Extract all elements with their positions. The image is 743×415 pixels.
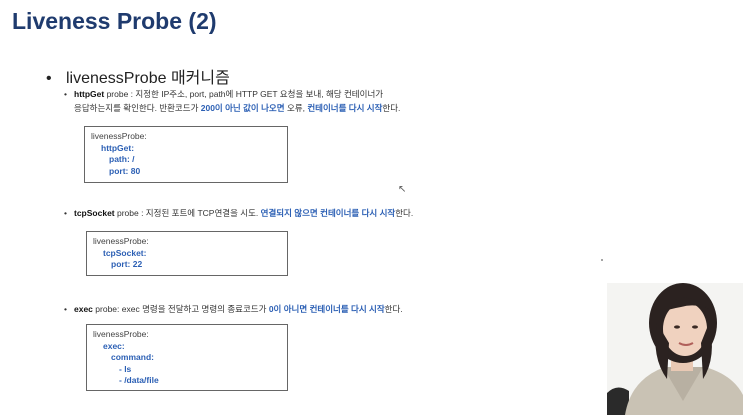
httpget-line2-pre: 응답하는지를 확인한다. 반환코드가 xyxy=(74,103,201,113)
httpget-description: • httpGet probe : 지정한 IP주소, port, path에 H… xyxy=(64,87,400,115)
httpget-keyword: httpGet xyxy=(74,89,105,99)
code-line: port: 22 xyxy=(111,259,143,269)
code-line: livenessProbe: xyxy=(93,236,149,246)
tcpsocket-highlight-1: 연결되지 않으면 xyxy=(260,208,318,218)
mouse-cursor-icon: ↖ xyxy=(398,184,407,195)
bullet-icon: • xyxy=(64,89,67,99)
httpget-code-box: livenessProbe: httpGet: path: / port: 80 xyxy=(84,126,288,183)
code-line: livenessProbe: xyxy=(91,131,147,141)
main-bullet-text: livenessProbe 매커니즘 xyxy=(66,70,230,87)
exec-line1: probe: exec 명령을 전달하고 명령의 종료코드가 xyxy=(92,304,269,314)
exec-highlight-1: 0이 아니면 xyxy=(268,304,308,314)
code-line: httpGet: xyxy=(101,142,135,153)
tcpsocket-line1: probe : 지정된 포트에 TCP연결을 시도. xyxy=(114,208,261,218)
tcpsocket-keyword: tcpSocket xyxy=(74,208,115,218)
tcpsocket-code-box: livenessProbe: tcpSocket: port: 22 xyxy=(86,231,288,276)
bullet-icon: • xyxy=(64,208,67,218)
httpget-line2-mid: 오류, xyxy=(284,103,308,113)
stray-dot xyxy=(601,259,603,261)
httpget-highlight-1: 200이 아닌 값이 나오면 xyxy=(200,103,285,113)
exec-line1-end: 한다. xyxy=(384,304,403,314)
exec-description: • exec probe: exec 명령을 전달하고 명령의 종료코드가 0이 … xyxy=(64,302,403,316)
tcpsocket-line1-end: 한다. xyxy=(395,208,414,218)
tcpsocket-description: • tcpSocket probe : 지정된 포트에 TCP연결을 시도. 연결… xyxy=(64,206,413,220)
code-line: exec: xyxy=(103,340,125,351)
presenter-webcam xyxy=(607,283,743,415)
main-bullet: • livenessProbe 매커니즘 xyxy=(46,64,230,88)
httpget-highlight-2: 컨테이너를 다시 시작 xyxy=(307,103,383,113)
bullet-icon: • xyxy=(46,70,52,87)
code-line: - ls xyxy=(119,363,132,374)
code-line: livenessProbe: xyxy=(93,329,149,339)
code-line: - /data/file xyxy=(119,375,159,385)
exec-highlight-2: 컨테이너를 다시 시작 xyxy=(309,304,385,314)
tcpsocket-highlight-2: 컨테이너를 다시 시작 xyxy=(320,208,396,218)
code-line: path: / xyxy=(109,154,135,164)
slide-title: Liveness Probe (2) xyxy=(12,8,217,34)
code-line: port: 80 xyxy=(109,165,141,176)
exec-keyword: exec xyxy=(74,304,93,314)
httpget-line2-end: 한다. xyxy=(382,103,401,113)
presenter-avatar-icon xyxy=(607,283,743,415)
httpget-line1: probe : 지정한 IP주소, port, path에 HTTP GET 요… xyxy=(104,89,384,99)
code-line: command: xyxy=(111,352,154,362)
code-line: tcpSocket: xyxy=(103,247,147,258)
bullet-icon: • xyxy=(64,304,67,314)
exec-code-box: livenessProbe: exec: command: - ls - /da… xyxy=(86,324,288,391)
